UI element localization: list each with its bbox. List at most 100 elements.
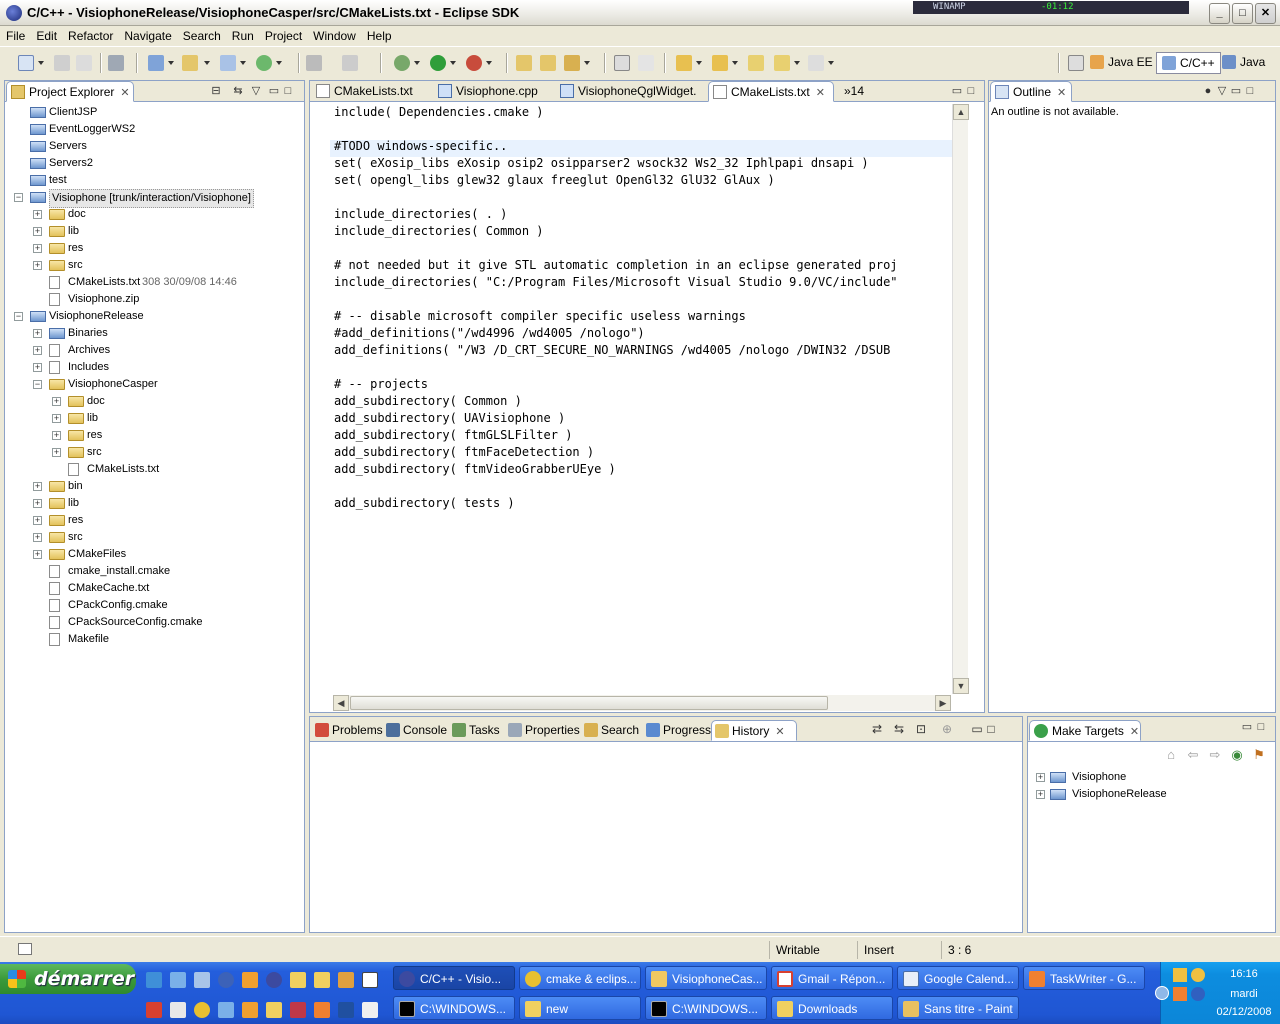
tree-item[interactable]: CPackConfig.cmake bbox=[6, 597, 302, 614]
tab-console[interactable]: Console bbox=[383, 720, 447, 741]
expand-icon[interactable]: + bbox=[33, 261, 42, 270]
quicklaunch-chrome-icon[interactable] bbox=[194, 1002, 210, 1018]
editor-tab-cmakelists-active[interactable]: CMakeLists.txt ✕ bbox=[708, 81, 834, 102]
tree-item[interactable]: + CMakeFiles bbox=[6, 546, 302, 563]
bluetooth-icon[interactable] bbox=[1191, 987, 1205, 1001]
perspective-java[interactable]: Java bbox=[1222, 52, 1265, 74]
make-target-item[interactable]: + Visiophone bbox=[1036, 769, 1236, 786]
tree-item[interactable]: + doc bbox=[6, 393, 302, 410]
collapse-icon[interactable]: − bbox=[14, 312, 23, 321]
winamp-mini-player[interactable]: WINAMP -01:12 bbox=[913, 1, 1189, 14]
maximize-view-icon[interactable]: □ bbox=[1254, 721, 1268, 733]
tree-item[interactable]: + res bbox=[6, 427, 302, 444]
save-all-icon[interactable] bbox=[76, 55, 92, 71]
home-icon[interactable]: ⌂ bbox=[1164, 747, 1178, 762]
new-source-folder-icon[interactable] bbox=[182, 55, 198, 71]
expand-icon[interactable]: + bbox=[33, 227, 42, 236]
quicklaunch-gmail-icon[interactable] bbox=[146, 1002, 162, 1018]
fast-view-icon[interactable] bbox=[18, 943, 32, 955]
taskbar-button[interactable]: C/C++ - Visio... bbox=[393, 966, 515, 990]
quicklaunch-app-icon[interactable] bbox=[242, 972, 258, 988]
settings-icon[interactable] bbox=[342, 55, 358, 71]
menu-window[interactable]: Window bbox=[307, 26, 361, 43]
expand-icon[interactable]: + bbox=[33, 516, 42, 525]
hammer-icon[interactable] bbox=[306, 55, 322, 71]
minimize-view-icon[interactable]: ▭ bbox=[970, 722, 984, 736]
quicklaunch-app-icon[interactable] bbox=[362, 1002, 378, 1018]
build-target-icon[interactable]: ◉ bbox=[1230, 747, 1244, 763]
view-menu-icon[interactable]: ▽ bbox=[249, 84, 263, 97]
tree-item[interactable]: Visiophone.zip bbox=[6, 291, 302, 308]
tree-item[interactable]: + lib bbox=[6, 410, 302, 427]
show-whitespace-icon[interactable] bbox=[638, 55, 654, 71]
show-hidden-icons-icon[interactable] bbox=[1155, 986, 1169, 1000]
tree-item[interactable]: ClientJSP bbox=[6, 104, 302, 121]
taskbar-button[interactable]: TaskWriter - G... bbox=[1023, 966, 1145, 990]
menu-project[interactable]: Project bbox=[259, 26, 307, 43]
expand-icon[interactable]: + bbox=[33, 550, 42, 559]
close-icon[interactable]: ✕ bbox=[1057, 83, 1066, 103]
tree-item[interactable]: − Visiophone [trunk/interaction/Visiophon… bbox=[6, 189, 302, 208]
close-icon[interactable]: ✕ bbox=[1130, 722, 1139, 742]
save-icon[interactable] bbox=[54, 55, 70, 71]
tree-item[interactable]: Servers bbox=[6, 138, 302, 155]
scroll-up-icon[interactable]: ▲ bbox=[953, 104, 969, 120]
quicklaunch-app-icon[interactable] bbox=[362, 972, 378, 988]
taskbar-button[interactable]: Sans titre - Paint bbox=[897, 996, 1019, 1020]
taskbar-button[interactable]: C:\WINDOWS... bbox=[645, 996, 767, 1020]
expand-icon[interactable]: + bbox=[33, 499, 42, 508]
link-with-editor-icon[interactable]: ⇄ bbox=[870, 722, 884, 736]
expand-icon[interactable]: + bbox=[1036, 790, 1045, 799]
history-menu-icon[interactable]: ⊕ bbox=[940, 722, 954, 736]
menu-edit[interactable]: Edit bbox=[30, 26, 62, 43]
quicklaunch-app-icon[interactable] bbox=[170, 1002, 186, 1018]
back-icon[interactable] bbox=[774, 55, 790, 71]
taskbar-button[interactable]: cmake & eclips... bbox=[519, 966, 641, 990]
menu-help[interactable]: Help bbox=[361, 26, 397, 43]
tree-item[interactable]: + Binaries bbox=[6, 325, 302, 342]
print-icon[interactable] bbox=[108, 55, 124, 71]
maximize-view-icon[interactable]: □ bbox=[964, 85, 978, 97]
quicklaunch-eclipse-icon[interactable] bbox=[266, 972, 282, 988]
tab-history[interactable]: History ✕ bbox=[711, 720, 797, 741]
tray-app-icon[interactable] bbox=[1173, 968, 1187, 982]
tab-outline[interactable]: Outline ✕ bbox=[990, 81, 1072, 102]
quicklaunch-app-icon[interactable] bbox=[314, 1002, 330, 1018]
tree-item[interactable]: + lib bbox=[6, 495, 302, 512]
tab-search[interactable]: Search bbox=[581, 720, 639, 741]
expand-icon[interactable]: + bbox=[33, 363, 42, 372]
quicklaunch-app-icon[interactable] bbox=[170, 972, 186, 988]
tree-item[interactable]: cmake_install.cmake bbox=[6, 563, 302, 580]
quicklaunch-app-icon[interactable] bbox=[218, 972, 234, 988]
clock-time[interactable]: 16:16 bbox=[1209, 968, 1279, 980]
maximize-view-icon[interactable]: □ bbox=[281, 85, 295, 97]
scroll-right-icon[interactable]: ▶ bbox=[935, 695, 951, 711]
editor-horizontal-scrollbar[interactable]: ◀ ▶ bbox=[333, 695, 951, 711]
expand-icon[interactable]: + bbox=[52, 448, 61, 457]
expand-icon[interactable]: + bbox=[33, 482, 42, 491]
external-tools-icon[interactable] bbox=[466, 55, 482, 71]
tree-item[interactable]: test bbox=[6, 172, 302, 189]
tree-item[interactable]: + src bbox=[6, 529, 302, 546]
tree-item[interactable]: + src bbox=[6, 444, 302, 461]
tab-tasks[interactable]: Tasks bbox=[449, 720, 500, 741]
maximize-view-icon[interactable]: □ bbox=[1243, 85, 1257, 97]
editor-tab-overflow[interactable]: »14 bbox=[838, 81, 864, 102]
quicklaunch-app-icon[interactable] bbox=[338, 972, 354, 988]
menu-run[interactable]: Run bbox=[226, 26, 259, 43]
forward-icon[interactable]: ⇨ bbox=[1208, 747, 1222, 763]
new-class-icon[interactable] bbox=[220, 55, 236, 71]
toggle-mark-occurrences-icon[interactable] bbox=[614, 55, 630, 71]
outline-toolbar-icon[interactable]: ● bbox=[1201, 85, 1215, 97]
link-editor-icon[interactable]: ⇆ bbox=[231, 84, 245, 97]
expand-icon[interactable]: + bbox=[33, 329, 42, 338]
tree-item[interactable]: Makefile bbox=[6, 631, 302, 648]
expand-icon[interactable]: + bbox=[52, 397, 61, 406]
minimize-view-icon[interactable]: ▭ bbox=[950, 84, 964, 97]
taskbar-button[interactable]: Gmail - Répon... bbox=[771, 966, 893, 990]
quicklaunch-folder-icon[interactable] bbox=[314, 972, 330, 988]
warning-icon[interactable] bbox=[1191, 968, 1205, 982]
quicklaunch-app-icon[interactable] bbox=[266, 1002, 282, 1018]
tray-app-icon[interactable] bbox=[1173, 987, 1187, 1001]
tree-item[interactable]: − VisiophoneRelease bbox=[6, 308, 302, 325]
